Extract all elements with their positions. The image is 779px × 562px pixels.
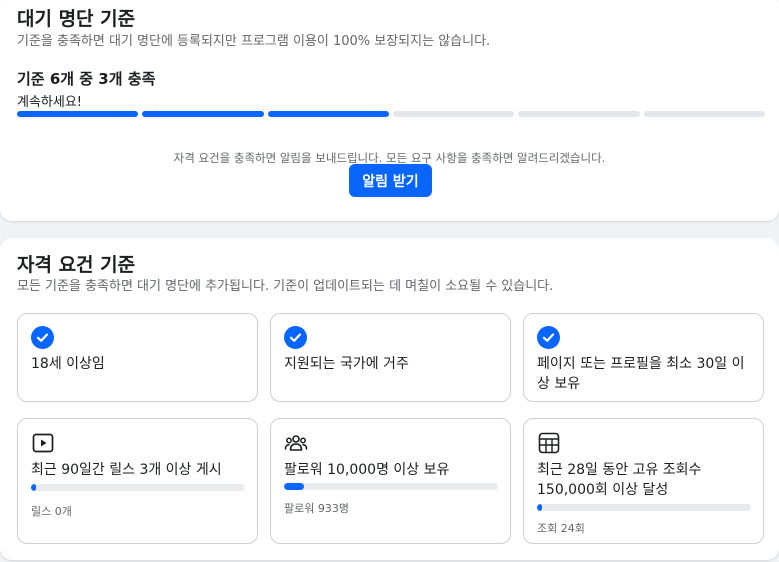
criterion-progress-fill [31,484,37,491]
eligibility-card: 자격 요건 기준 모든 기준을 충족하면 대기 명단에 추가됩니다. 기준이 업… [0,238,779,560]
criterion-label: 최근 28일 동안 고유 조회수 150,000회 이상 달성 [537,462,702,498]
progress-segment [17,111,139,117]
criterion-progress-bar [537,504,751,511]
criterion-label: 페이지 또는 프로필을 최소 30일 이상 보유 [537,356,745,392]
criterion-caption: 릴스 0개 [31,505,72,518]
waitlist-subtitle: 기준을 충족하면 대기 명단에 등록되지만 프로그램 이용이 100% 보장되지… [17,34,491,49]
video-play-icon [31,431,55,455]
eligibility-subtitle: 모든 기준을 충족하면 대기 명단에 추가됩니다. 기준이 업데이트되는 데 며… [17,279,554,294]
criterion-card-views: 최근 28일 동안 고유 조회수 150,000회 이상 달성 조회 24회 [523,418,764,544]
people-icon [284,431,308,455]
check-icon [284,326,307,349]
progress-segment [518,111,640,117]
waitlist-card: 대기 명단 기준 기준을 충족하면 대기 명단에 등록되지만 프로그램 이용이 … [0,0,779,221]
progress-segment [142,111,264,117]
criterion-label: 최근 90일간 릴스 3개 이상 게시 [31,462,222,478]
criterion-card-followers: 팔로워 10,000명 이상 보유 팔로워 933명 [270,418,511,544]
criterion-label: 팔로워 10,000명 이상 보유 [284,462,450,478]
criterion-card-age: 18세 이상임 [17,313,258,402]
criterion-card-page-age: 페이지 또는 프로필을 최소 30일 이상 보유 [523,313,764,402]
progress-segment [643,111,765,117]
criterion-card-country: 지원되는 국가에 거주 [270,313,511,402]
check-icon [31,326,54,349]
progress-segment [392,111,515,117]
criterion-caption: 팔로워 933명 [284,502,349,515]
criterion-progress-fill [284,483,304,490]
progress-message: 계속하세요! [17,95,83,110]
eligibility-title: 자격 요건 기준 [17,254,136,276]
waitlist-title: 대기 명단 기준 [17,8,136,30]
criteria-progress-bar [17,111,765,117]
criterion-label: 18세 이상임 [31,356,105,372]
get-notified-button[interactable]: 알림 받기 [349,164,432,197]
progress-heading: 기준 6개 중 3개 충족 [17,70,156,88]
check-icon [537,326,560,349]
criterion-progress-fill [537,504,543,511]
criterion-card-reels: 최근 90일간 릴스 3개 이상 게시 릴스 0개 [17,418,258,544]
grid-calendar-icon [537,431,561,455]
criterion-progress-bar [31,484,245,491]
criterion-progress-bar [284,483,498,490]
progress-segment [267,111,389,117]
criterion-caption: 조회 24회 [537,522,585,535]
criterion-label: 지원되는 국가에 거주 [284,356,409,372]
